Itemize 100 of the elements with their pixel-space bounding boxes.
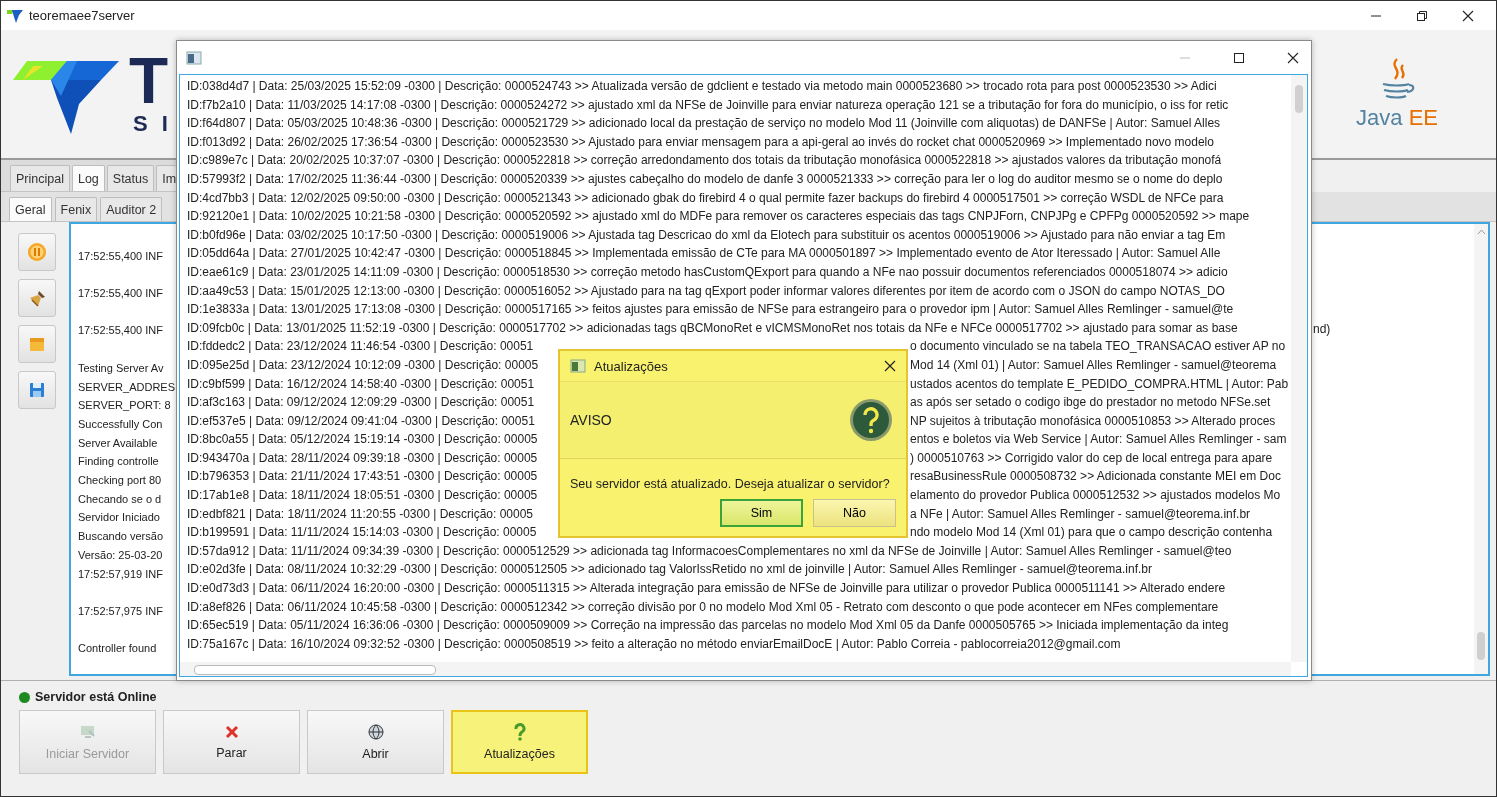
- question-icon: [849, 398, 893, 442]
- console-line: Testing Server Av: [78, 360, 164, 376]
- console-line: Controller found: [78, 641, 157, 657]
- java-logo-text: Java EE: [1356, 105, 1438, 131]
- brand-subtitle: S I: [132, 111, 172, 137]
- log-line: ID:f013d92 | Data: 26/02/2025 17:36:54 -0300 | Descrição: 0000523530 >> Ajustado para enviar mensagem para a api-geral ao invés do rocket chat 0000520969 >> Implementado novo modelo: [187, 133, 1214, 151]
- console-line: 17:52:57,975 INF: [78, 604, 163, 619]
- scroll-thumb[interactable]: [1295, 85, 1303, 113]
- log-line: ID:e02d3fe | Data: 08/11/2024 10:32:29 -0300 | Descrição: 0000512505 >> adicionado tag ValorIssRetido no xml de joinville | Autor: Samuel Alles Remlinger - samuel@teorema.inf.br: [187, 561, 1152, 579]
- log-line: resaBusinessRule 0000508732 >> Adicionada constante MEI em Doc: [910, 468, 1282, 486]
- log-line: as após ser setado o codigo ibge do prestador no metodo NFSe.set: [910, 394, 1272, 412]
- log-line: ID:095e25d | Data: 23/12/2024 10:12:09 -0300 | Descrição: 00005: [187, 356, 540, 374]
- log-line: ID:aa49c53 | Data: 15/01/2025 12:13:00 -0300 | Descrição: 0000516052 >> Ajustado para na tag qExport poder informar valores diferentes por item de acordo com o JSON do campo NOTAS_DO: [187, 282, 1225, 300]
- pause-button[interactable]: [18, 233, 56, 271]
- log-line: ID:f64d807 | Data: 05/03/2025 10:48:36 -0300 | Descrição: 0000521729 >> adicionado local da prestação de serviço no modelo Mod 11 (Joinville com aliquotas) de DANFSe | Autor: Samuel Alles: [187, 115, 1221, 133]
- dialog-heading: AVISO: [570, 412, 612, 428]
- subtab[interactable]: Geral: [9, 197, 52, 221]
- close-icon[interactable]: [884, 360, 896, 372]
- subtab[interactable]: Auditor 2: [100, 197, 163, 221]
- window-icon: [570, 359, 586, 373]
- log-line: NP sujeitos à tributação monofásica 0000510853 >> Alterado proces: [910, 412, 1277, 430]
- action-button[interactable]: Parar: [163, 710, 300, 774]
- scroll-up-icon[interactable]: [1477, 229, 1486, 235]
- action-button[interactable]: Abrir: [307, 710, 444, 774]
- close-icon[interactable]: [1287, 51, 1299, 64]
- dialog-button[interactable]: Não: [813, 499, 896, 527]
- maximize-icon[interactable]: [1233, 51, 1245, 64]
- folder-button[interactable]: [18, 325, 56, 363]
- log-line: ID:ef537e5 | Data: 09/12/2024 09:41:04 -0300 | Descrição: 00051: [187, 412, 536, 430]
- console-line: Checking port 80: [78, 473, 162, 489]
- log-line: ID:b796353 | Data: 21/11/2024 17:43:51 -0300 | Descrição: 00005: [187, 468, 539, 486]
- dialog-message: Seu servidor está atualizado. Deseja atualizar o servidor?: [569, 476, 891, 491]
- log-line: ID:c9bf599 | Data: 16/12/2024 14:58:40 -0300 | Descrição: 00051: [187, 375, 536, 393]
- log-line: a NFe | Autor: Samuel Alles Remlinger - samuel@teorema.inf.br: [910, 505, 1252, 523]
- log-line: ID:05dd64a | Data: 27/01/2025 10:42:47 -0300 | Descrição: 0000518845 >> Implementada emissão de CTe para MA 0000501897 >> Implementado evento de Ator Iteressado | Autor: Samuel Alle: [187, 245, 1221, 263]
- scrollbar[interactable]: [180, 662, 1291, 676]
- brand-letter: T: [129, 51, 170, 111]
- log-line: elamento do provedor Publica 0000512532 >> ajustados modelos Mo: [910, 487, 1282, 505]
- monitor-icon: [78, 723, 97, 741]
- log-line: Mod 14 (Xml 01) | Autor: Samuel Alles Remlinger - samuel@teorema: [910, 356, 1278, 374]
- server-status: Servidor está Online: [35, 690, 157, 704]
- console-line: 17:52:55,400 INF: [78, 248, 163, 264]
- console-line: Versão: 25-03-20: [78, 547, 163, 563]
- dialog-button[interactable]: Sim: [720, 499, 803, 527]
- log-line: ID:b0fd96e | Data: 03/02/2025 10:17:50 -0300 | Descrição: 0000519006 >> Ajustada tag Descricao do xml da Elotech para substituir os acentos 0000519006 >> Ajustado para não enviar a tag Em: [187, 226, 1226, 244]
- log-line: ID:57da912 | Data: 11/11/2024 09:34:39 -0300 | Descrição: 0000512529 >> adicionada tag InformacoesComplementares no xml da NFSe de Joinville | Autor: Samuel Alles Remlinger - samuel@teo: [187, 542, 1232, 560]
- tab[interactable]: Status: [106, 165, 155, 191]
- restore-icon[interactable]: [1416, 9, 1428, 22]
- log-line: ID:57993f2 | Data: 17/02/2025 11:36:44 -0300 | Descrição: 0000520339 >> ajustes cabeçalho do modelo de danfe 3 0000521333 >> correção para ler o log do auditor mesmo se o nome do deplo: [187, 170, 1223, 188]
- window-icon: [186, 50, 202, 65]
- console-line: SERVER_PORT: 8: [78, 398, 171, 414]
- save-icon: [27, 380, 47, 400]
- log-line: o documento vinculado se na tabela TEO_TRANSACAO estiver AP no: [910, 338, 1287, 356]
- action-button[interactable]: Atualizações: [451, 710, 588, 774]
- log-line: ID:b199591 | Data: 11/11/2024 15:14:03 -0300 | Descrição: 00005: [187, 524, 538, 542]
- log-line: ID:92120e1 | Data: 10/02/2025 10:21:58 -0300 | Descrição: 0000520592 >> ajustado xml do MDFe para remover os caracteres especiais das tags CNPJForn, CNPJPg e CPFPg 0000520592 >> mape: [187, 208, 1250, 226]
- log-line: ID:a8ef826 | Data: 06/11/2024 10:45:58 -0300 | Descrição: 0000512342 >> correção divisão por 0 no modelo Mod Xml 05 - Retrato com desconto o que pode acontecer em NFes complementare: [187, 598, 1219, 616]
- log-line: ID:8bc0a55 | Data: 05/12/2024 15:19:14 -0300 | Descrição: 00005: [187, 431, 539, 449]
- dialog-title: Atualizações: [594, 358, 668, 374]
- log-line: ID:eae61c9 | Data: 23/01/2025 14:11:09 -0300 | Descrição: 0000518530 >> correção metodo hasCustomQExport para quando a NFe nao possuir documentos referenciados 0000518074 >> adicio: [187, 263, 1228, 281]
- console-line: Finding controlle: [78, 454, 159, 470]
- scroll-thumb[interactable]: [1477, 632, 1485, 660]
- subtab[interactable]: Fenix: [54, 197, 98, 221]
- log-line: ID:75a167c | Data: 16/10/2024 09:32:52 -0300 | Descrição: 0000508519 >> feito a alteração no método enviarEmailDocE | Autor: Pablo Correia - pablocorreia2012@gmail.com: [187, 635, 1121, 653]
- log-line: ID:c989e7c | Data: 20/02/2025 10:37:07 -0300 | Descrição: 0000522818 >> correção arredondamento dos totais da tributação monofásica 0000522818 >> ajustados valores da tributação monofá: [187, 152, 1222, 170]
- console-line: Servidor Iniciado: [78, 510, 160, 526]
- log-line: ID:f7b2a10 | Data: 11/03/2025 14:17:08 -0300 | Descrição: 0000524272 >> ajustado xml da NFSe de Joinville para enviar natureza operação 121 se a tributação for fora do município, o iss for retic: [187, 96, 1229, 114]
- log-line: ID:1e3833a | Data: 13/01/2025 17:13:08 -0300 | Descrição: 0000517165 >> feitos ajustes para emissão de NFSe para estrangeiro para o provedor ipm | Autor: Samuel Alles Remlinger - samuel@te: [187, 301, 1234, 319]
- console-line: 17:52:57,919 INF: [78, 566, 163, 582]
- log-line: ID:17ab1e8 | Data: 18/11/2024 18:05:51 -0300 | Descrição: 00005: [187, 487, 539, 505]
- console-line: 17:52:55,400 INF: [78, 286, 163, 302]
- log-line: ID:af3c163 | Data: 09/12/2024 12:09:29 -0300 | Descrição: 00051: [187, 394, 536, 412]
- log-line: ID:4cd7bb3 | Data: 12/02/2025 09:50:00 -0300 | Descrição: 0000521343 >> adicionado gbak do firebird 4 o qual permite fazer backups do firebird 4 0000517501 >> correção WSDL de NFCe para: [187, 189, 1224, 207]
- console-line: nd): [1313, 322, 1331, 336]
- console-line: Buscando versão: [78, 529, 163, 545]
- log-line: ndo modelo Mod 14 (Xml 01) para que o campo descrição contenha: [910, 524, 1274, 542]
- clear-button[interactable]: [18, 279, 56, 317]
- scrollbar[interactable]: [1474, 224, 1488, 674]
- stop-icon: [223, 724, 240, 740]
- log-line: ID:09fcb0c | Data: 13/01/2025 11:52:19 -0300 | Descrição: 0000517702 >> adicionadas tags qBCMonoRet e vICMSMonoRet nos totais da NFe e NFCe 0000517702 >> ajustado para somar as base: [187, 319, 1238, 337]
- log-line: ustados acentos do template E_PEDIDO_COMPRA.HTML | Autor: Pab: [910, 375, 1290, 393]
- save-button[interactable]: [18, 371, 56, 409]
- tab[interactable]: Log: [71, 165, 105, 191]
- question-icon: [511, 723, 528, 741]
- app-logo-icon: [7, 8, 23, 23]
- scrollbar[interactable]: [1291, 75, 1307, 662]
- globe-icon: [366, 723, 385, 741]
- log-line: ID:e0d73d3 | Data: 06/11/2024 16:20:00 -0300 | Descrição: 0000511315 >> Alterada integração para emissão de NFSe de Joinville para utilizar o provedor Publica 0000511141 >> Alterado endere: [187, 580, 1226, 598]
- tab[interactable]: Im: [156, 165, 177, 191]
- console-line: Successfully Con: [78, 416, 163, 432]
- scroll-thumb[interactable]: [194, 665, 436, 675]
- pause-icon: [27, 242, 47, 262]
- close-icon[interactable]: [1462, 9, 1474, 22]
- tab[interactable]: Principal: [10, 165, 70, 191]
- log-line: ID:038d4d7 | Data: 25/03/2025 15:52:09 -0300 | Descrição: 0000524743 >> Atualizada versão de gdclient e testado via metodo main 0000523680 >> trocado rota para post 0000523530 >> Adici: [187, 78, 1217, 95]
- log-line: ID:943470a | Data: 28/11/2024 09:39:18 -0300 | Descrição: 00005: [187, 449, 539, 467]
- console-line: Checando se o d: [78, 491, 162, 507]
- console-line: SERVER_ADDRES: [78, 379, 175, 395]
- log-line: entos e boletos via Web Service | Autor: Samuel Alles Remlinger - sam: [910, 431, 1288, 449]
- console-line: 17:52:55,400 INF: [78, 323, 163, 339]
